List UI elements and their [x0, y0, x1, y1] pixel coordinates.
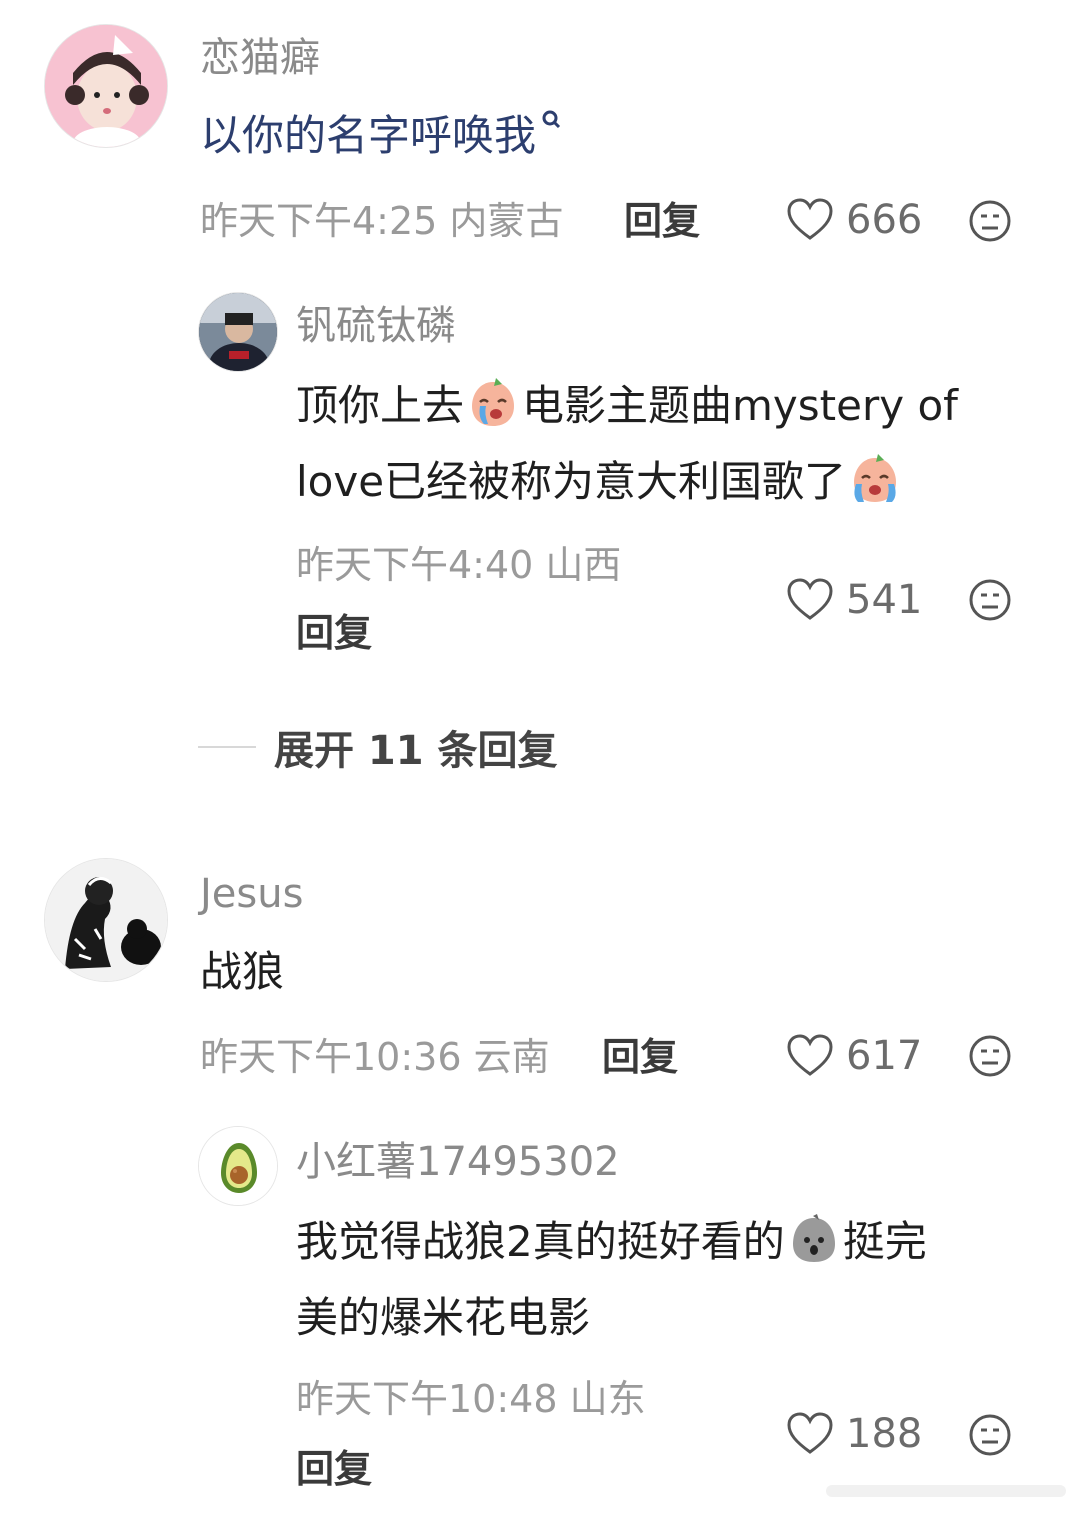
- avatar[interactable]: [198, 1126, 278, 1206]
- comment-text-part: 电影主题曲mystery of: [522, 381, 958, 430]
- comment-meta: 昨天下午4:25 内蒙古: [200, 199, 564, 243]
- comment-text-part: 挺完: [842, 1217, 927, 1266]
- avatar-image: [45, 859, 167, 981]
- like-count: 188: [846, 1411, 923, 1457]
- comment-meta: 昨天下午4:40 山西: [296, 543, 622, 587]
- comment-text: 以你的名字呼唤我: [200, 98, 562, 174]
- reply-button[interactable]: 回复: [602, 1038, 678, 1076]
- comment-text-part: 我觉得战狼2真的挺好看的: [296, 1217, 785, 1266]
- username[interactable]: 小红薯17495302: [296, 1142, 620, 1182]
- watermark-bar: [826, 1485, 1066, 1497]
- like-button[interactable]: 617: [786, 1034, 922, 1078]
- comment-text-part: 美的爆米花电影: [296, 1293, 591, 1342]
- expand-replies-button[interactable]: 展开 11 条回复: [198, 718, 558, 776]
- comment-text-content: 以你的名字呼唤我: [200, 111, 537, 160]
- username[interactable]: 恋猫癖: [200, 38, 320, 78]
- avocado-avatar-icon: [199, 1127, 277, 1205]
- avatar-image: [199, 293, 277, 371]
- crying-peach-emoji-icon: [854, 454, 897, 502]
- comment-text: 战狼: [200, 947, 285, 996]
- avatar[interactable]: [44, 858, 168, 982]
- avatar-image: [45, 25, 167, 147]
- comment-meta: 昨天下午10:36 云南: [200, 1035, 550, 1079]
- reply-button[interactable]: 回复: [624, 202, 700, 240]
- avatar[interactable]: [44, 24, 168, 148]
- heart-icon: [787, 1034, 833, 1076]
- divider: [198, 746, 256, 748]
- crying-peach-emoji-icon: [472, 378, 515, 426]
- expand-replies-label: 展开 11 条回复: [274, 728, 558, 774]
- username[interactable]: 钒硫钛磷: [296, 306, 456, 346]
- reply-button[interactable]: 回复: [296, 1450, 372, 1488]
- search-icon: [542, 110, 561, 129]
- comment-text-part: love已经被称为意大利国歌了: [296, 457, 847, 506]
- comment-text-part: 顶你上去: [296, 381, 465, 430]
- like-count: 541: [846, 577, 923, 623]
- username[interactable]: Jesus: [200, 874, 303, 914]
- comment-meta: 昨天下午10:48 山东: [296, 1377, 646, 1421]
- comment-text: 我觉得战狼2真的挺好看的 挺完 美的爆米花电影: [296, 1204, 1026, 1356]
- dislike-face-icon[interactable]: [968, 578, 1012, 622]
- shocked-potato-emoji-icon: [792, 1214, 835, 1262]
- heart-icon: [787, 1412, 833, 1454]
- like-button[interactable]: 666: [786, 198, 922, 242]
- like-button[interactable]: 188: [786, 1412, 922, 1456]
- like-count: 617: [846, 1033, 923, 1079]
- avatar[interactable]: [198, 292, 278, 372]
- heart-icon: [787, 198, 833, 240]
- dislike-face-icon[interactable]: [968, 1413, 1012, 1457]
- reply-button[interactable]: 回复: [296, 614, 372, 652]
- heart-icon: [787, 578, 833, 620]
- dislike-face-icon[interactable]: [968, 199, 1012, 243]
- like-button[interactable]: 541: [786, 578, 922, 622]
- comment-text: 顶你上去 电影主题曲mystery of love已经被称为意大利国歌了: [296, 368, 1026, 520]
- dislike-face-icon[interactable]: [968, 1034, 1012, 1078]
- like-count: 666: [846, 197, 923, 243]
